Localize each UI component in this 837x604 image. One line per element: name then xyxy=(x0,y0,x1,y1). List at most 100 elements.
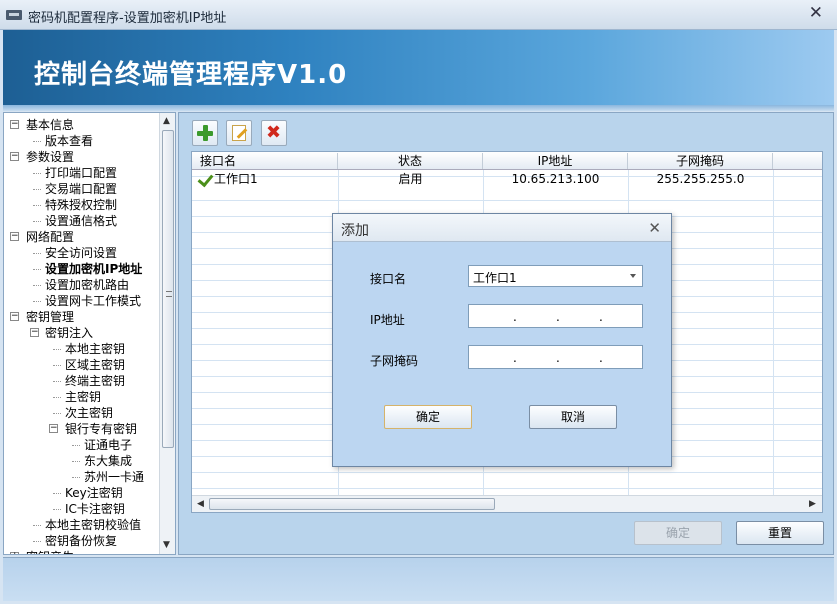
scroll-left-icon[interactable]: ◀ xyxy=(197,499,204,509)
tree-vertical-scrollbar[interactable]: ▲ ▼ xyxy=(159,113,175,554)
tree-item[interactable]: 次主密钥 xyxy=(65,405,113,421)
tree-connector xyxy=(53,397,61,398)
tree-item[interactable]: 东大集成 xyxy=(84,453,132,469)
collapse-icon[interactable]: − xyxy=(10,312,19,321)
dialog-title: 添加 xyxy=(341,223,369,239)
column-divider xyxy=(773,170,774,495)
col-header-mask[interactable]: 子网掩码 xyxy=(628,153,773,169)
tree-connector xyxy=(33,141,41,142)
collapse-icon[interactable]: − xyxy=(49,424,58,433)
tree-scroll-thumb[interactable] xyxy=(162,130,174,448)
tree-connector xyxy=(33,253,41,254)
expand-icon[interactable]: + xyxy=(10,552,19,554)
tree-item[interactable]: 特殊授权控制 xyxy=(45,197,117,213)
tree-item[interactable]: 版本查看 xyxy=(45,133,93,149)
mask-separator: . xyxy=(599,351,603,365)
tree-item[interactable]: 本地主密钥校验值 xyxy=(45,517,141,533)
scroll-down-icon[interactable]: ▼ xyxy=(163,540,170,550)
col-header-name[interactable]: 接口名 xyxy=(200,153,338,169)
nav-tree[interactable]: 基本信息 − 版本查看 参数设置 − 打印端口配置 交易端口配置 特殊授权控制 设置通信格式 网络… xyxy=(3,112,176,555)
tree-item[interactable]: 密钥注入 xyxy=(45,325,93,341)
add-dialog: 添加 ✕ 接口名 工作口1 IP地址 . . . 子网掩码 . . . 确定 取… xyxy=(332,213,672,467)
tree-connector xyxy=(53,349,61,350)
edit-icon xyxy=(232,125,246,141)
tree-item[interactable]: IC卡注密钥 xyxy=(65,501,125,517)
chevron-down-icon[interactable] xyxy=(630,274,636,278)
window-close-button[interactable]: ✕ xyxy=(809,3,823,23)
banner-divider xyxy=(3,105,834,111)
tree-item[interactable]: 设置加密机IP地址 xyxy=(45,261,142,277)
col-header-status[interactable]: 状态 xyxy=(338,153,483,169)
tree-connector xyxy=(72,445,80,446)
status-bar xyxy=(3,557,834,601)
tree-connector xyxy=(33,173,41,174)
tree-item[interactable]: 终端主密钥 xyxy=(65,373,125,389)
tree-connector xyxy=(33,541,41,542)
table-horizontal-scrollbar[interactable]: ◀ ▶ xyxy=(192,495,822,512)
table-row[interactable]: 工作口1 启用 10.65.213.100 255.255.255.0 xyxy=(192,171,822,187)
tree-connector xyxy=(53,413,61,414)
tree-item[interactable]: 密钥产生 xyxy=(26,549,74,554)
cell-name: 工作口1 xyxy=(214,172,258,186)
col-header-ip[interactable]: IP地址 xyxy=(483,153,628,169)
mask-separator: . xyxy=(513,351,517,365)
plus-icon xyxy=(197,125,213,141)
mask-separator: . xyxy=(556,351,560,365)
tree-item[interactable]: 本地主密钥 xyxy=(65,341,125,357)
scroll-right-icon[interactable]: ▶ xyxy=(809,499,816,509)
app-heading: 控制台终端管理程序V1.0 xyxy=(34,60,348,90)
tree-connector xyxy=(53,365,61,366)
tree-connector xyxy=(33,205,41,206)
delete-icon: ✖ xyxy=(266,122,282,143)
interface-name-select[interactable]: 工作口1 xyxy=(468,265,643,287)
ip-separator: . xyxy=(599,310,603,324)
tree-item[interactable]: 参数设置 xyxy=(26,149,74,165)
ip-separator: . xyxy=(556,310,560,324)
tree-item[interactable]: Key注密钥 xyxy=(65,485,123,501)
app-icon xyxy=(6,10,22,20)
window-title: 密码机配置程序-设置加密机IP地址 xyxy=(28,11,227,26)
tree-connector xyxy=(53,493,61,494)
scroll-up-icon[interactable]: ▲ xyxy=(163,116,170,126)
tree-item[interactable]: 设置加密机路由 xyxy=(45,277,129,293)
collapse-icon[interactable]: − xyxy=(30,328,39,337)
tree-connector xyxy=(72,477,80,478)
delete-button[interactable]: ✖ xyxy=(261,120,287,146)
tree-connector xyxy=(33,221,41,222)
tree-connector xyxy=(33,301,41,302)
table-scroll-thumb[interactable] xyxy=(209,498,495,510)
tree-item[interactable]: 证通电子 xyxy=(84,437,132,453)
dialog-confirm-button[interactable]: 确定 xyxy=(384,405,472,429)
tree-item[interactable]: 设置通信格式 xyxy=(45,213,117,229)
add-button[interactable] xyxy=(192,120,218,146)
tree-item[interactable]: 设置网卡工作模式 xyxy=(45,293,141,309)
check-icon xyxy=(198,172,212,184)
tree-item[interactable]: 安全访问设置 xyxy=(45,245,117,261)
subnet-mask-input[interactable]: . . . xyxy=(468,345,643,369)
tree-item[interactable]: 网络配置 xyxy=(26,229,74,245)
interface-name-label: 接口名 xyxy=(370,272,407,286)
ip-address-input[interactable]: . . . xyxy=(468,304,643,328)
reset-button[interactable]: 重置 xyxy=(736,521,824,545)
dialog-close-icon[interactable]: ✕ xyxy=(648,219,661,237)
collapse-icon[interactable]: − xyxy=(10,232,19,241)
confirm-button[interactable]: 确定 xyxy=(634,521,722,545)
tree-item[interactable]: 主密钥 xyxy=(65,389,101,405)
tree-item[interactable]: 银行专有密钥 xyxy=(65,421,137,437)
tree-connector xyxy=(33,525,41,526)
ip-address-label: IP地址 xyxy=(370,313,405,327)
tree-item[interactable]: 区域主密钥 xyxy=(65,357,125,373)
dialog-cancel-button[interactable]: 取消 xyxy=(529,405,617,429)
tree-item[interactable]: 打印端口配置 xyxy=(45,165,117,181)
collapse-icon[interactable]: − xyxy=(10,152,19,161)
collapse-icon[interactable]: − xyxy=(10,120,19,129)
tree-item[interactable]: 密钥备份恢复 xyxy=(45,533,117,549)
tree-item[interactable]: 苏州一卡通 xyxy=(84,469,144,485)
tree-connector xyxy=(33,285,41,286)
edit-button[interactable] xyxy=(226,120,252,146)
tree-item[interactable]: 基本信息 xyxy=(26,117,74,133)
tree-connector xyxy=(33,269,41,270)
dialog-title-bar[interactable]: 添加 ✕ xyxy=(333,214,671,242)
tree-item[interactable]: 交易端口配置 xyxy=(45,181,117,197)
tree-item[interactable]: 密钥管理 xyxy=(26,309,74,325)
